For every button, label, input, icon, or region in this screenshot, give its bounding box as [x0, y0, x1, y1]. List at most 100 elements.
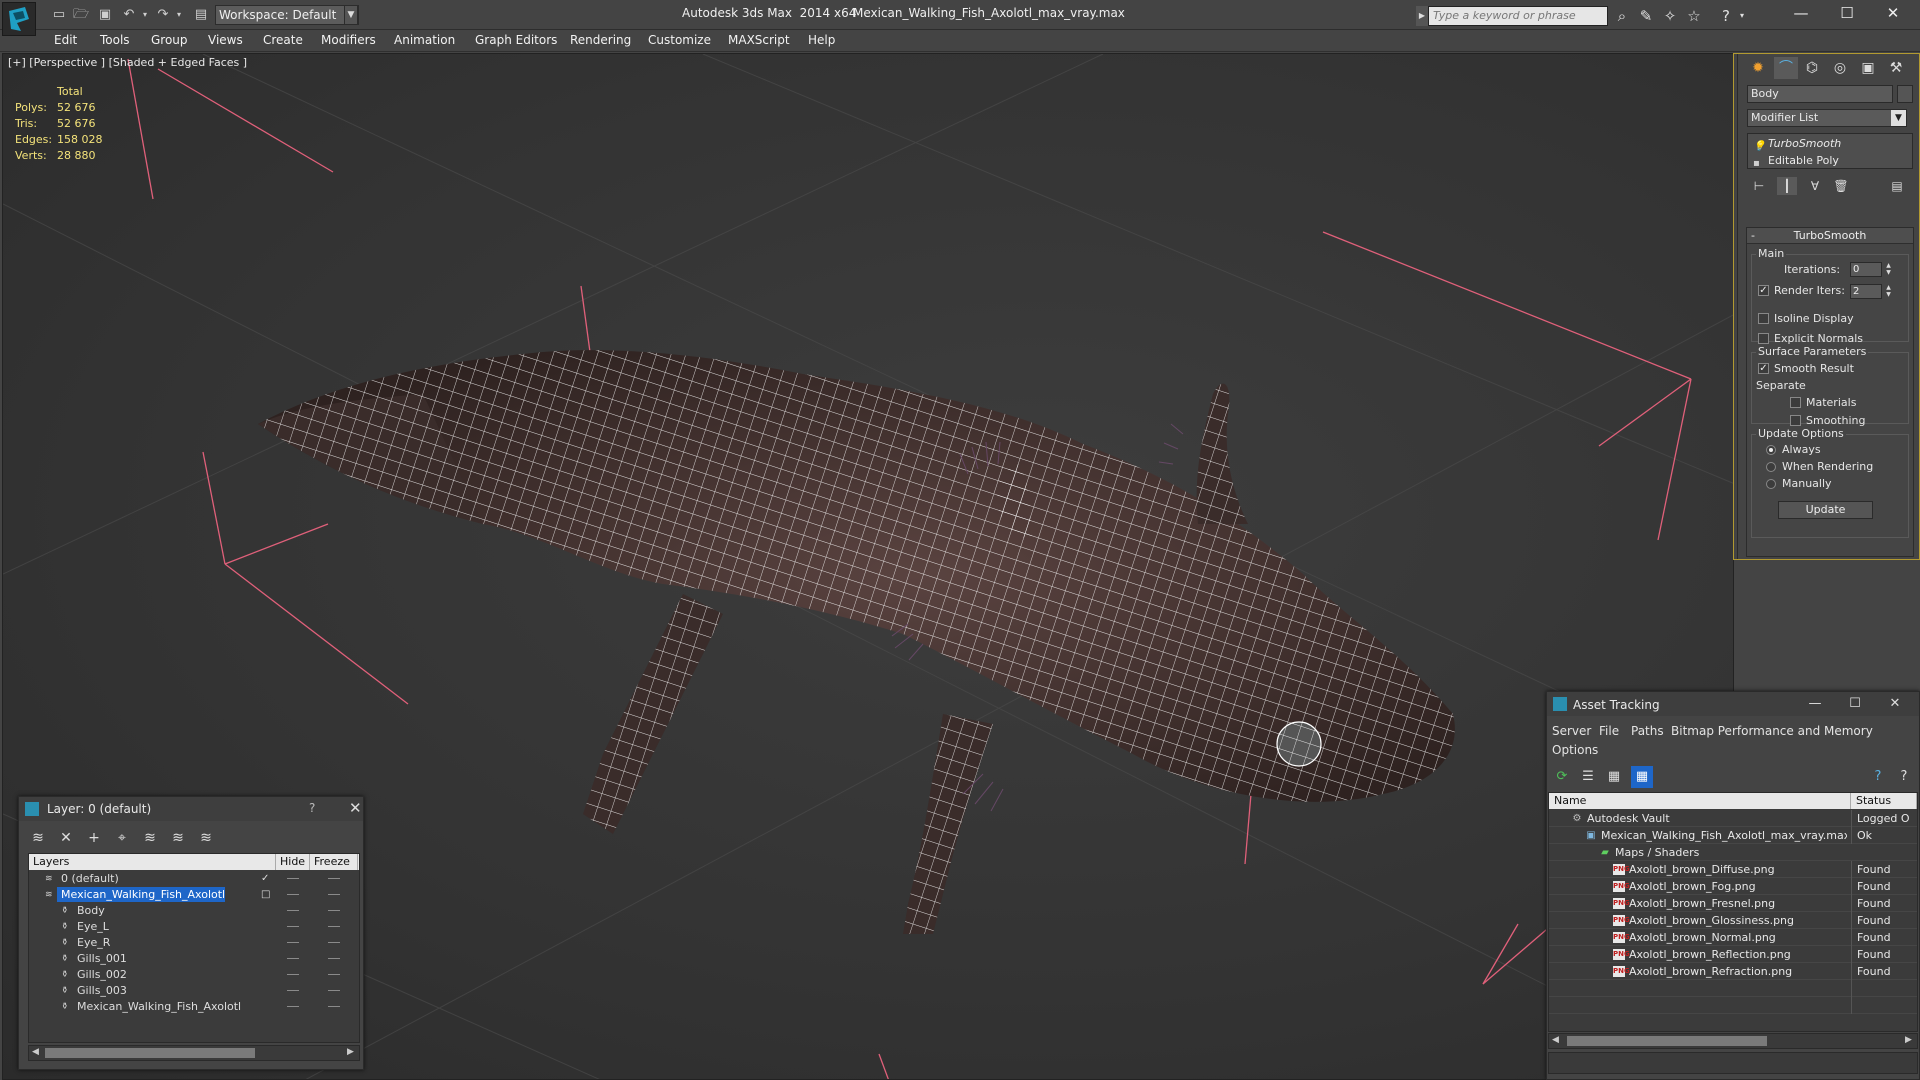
close-icon[interactable]: ✕ — [1883, 694, 1907, 714]
always-radio[interactable] — [1766, 445, 1776, 455]
manually-radio[interactable] — [1766, 479, 1776, 489]
hide-all-icon[interactable]: ≋ — [167, 827, 189, 849]
asset-row[interactable]: ⚙ Autodesk Vault Logged O — [1549, 810, 1917, 827]
asset-row[interactable]: PNG Axolotl_brown_Reflection.png Found — [1549, 946, 1917, 963]
update-button[interactable]: Update — [1778, 501, 1873, 519]
freeze-toggle[interactable] — [328, 894, 340, 895]
utilities-tab-icon[interactable]: ⚒ — [1884, 57, 1908, 79]
menu-edit[interactable]: Edit — [54, 33, 77, 47]
select-objects-icon[interactable]: ⌖ — [111, 827, 133, 849]
hide-toggle[interactable] — [287, 878, 299, 879]
freeze-toggle[interactable] — [328, 942, 340, 943]
layer-row[interactable]: ⚱ Gills_002 — [29, 967, 359, 983]
layer-row[interactable]: ⚱ Gills_001 — [29, 951, 359, 967]
layer-row[interactable]: ⚱ Mexican_Walking_Fish_Axolotl — [29, 999, 359, 1015]
context-help-icon[interactable]: ? — [1893, 766, 1915, 788]
freeze-toggle[interactable] — [328, 958, 340, 959]
iterations-spinner[interactable]: 0 — [1850, 262, 1882, 277]
add-to-layer-icon[interactable]: + — [83, 827, 105, 849]
minimize-window-icon[interactable]: — — [1778, 0, 1824, 26]
isoline-display-checkbox[interactable] — [1758, 313, 1769, 324]
explicit-normals-checkbox[interactable] — [1758, 333, 1769, 344]
asset-horizontal-scrollbar[interactable]: ◀ ▶ — [1548, 1033, 1918, 1049]
asset-row[interactable]: PNG Axolotl_brown_Glossiness.png Found — [1549, 912, 1917, 929]
maximize-icon[interactable]: ☐ — [1843, 694, 1867, 714]
object-name-field[interactable]: Body — [1747, 85, 1893, 103]
scroll-left-icon[interactable]: ◀ — [32, 1047, 39, 1057]
remove-modifier-icon[interactable]: 🗑 — [1831, 177, 1851, 195]
asset-menu-options[interactable]: Options — [1552, 743, 1598, 757]
hide-toggle[interactable] — [287, 958, 299, 959]
menu-tools[interactable]: Tools — [100, 33, 130, 47]
freeze-all-icon[interactable]: ≋ — [195, 827, 217, 849]
search-expand-icon[interactable]: ▶ — [1416, 6, 1428, 26]
menu-create[interactable]: Create — [263, 33, 303, 47]
menu-animation[interactable]: Animation — [394, 33, 455, 47]
column-freeze[interactable]: Freeze — [310, 854, 358, 870]
when-rendering-radio[interactable] — [1766, 462, 1776, 472]
render-iters-checkbox[interactable]: ✓ — [1758, 285, 1769, 296]
communication-icon[interactable]: ✧ — [1660, 6, 1680, 26]
layer-row[interactable]: ≋ Mexican_Walking_Fish_Axolotl □ — [29, 887, 359, 903]
modifier-list-dropdown[interactable]: Modifier List — [1747, 109, 1907, 127]
minimize-icon[interactable]: — — [1803, 694, 1827, 714]
layer-row[interactable]: ⚱ Eye_L — [29, 919, 359, 935]
close-window-icon[interactable]: ✕ — [1870, 0, 1916, 26]
menu-graph-editors[interactable]: Graph Editors — [475, 33, 557, 47]
maximize-window-icon[interactable]: ☐ — [1824, 0, 1870, 26]
menu-customize[interactable]: Customize — [648, 33, 711, 47]
freeze-toggle[interactable] — [328, 1006, 340, 1007]
spinner-arrows-icon[interactable]: ▲ ▼ — [1884, 284, 1893, 299]
thumbnail-view-icon[interactable]: ▦ — [1603, 766, 1625, 788]
open-file-icon[interactable]: 🗁 — [72, 6, 90, 24]
asset-row[interactable]: PNG Axolotl_brown_Fog.png Found — [1549, 878, 1917, 895]
help-icon[interactable]: ? — [309, 801, 315, 815]
menu-modifiers[interactable]: Modifiers — [321, 33, 376, 47]
collapse-icon[interactable]: - — [1751, 228, 1755, 244]
close-icon[interactable]: ✕ — [349, 799, 362, 817]
help-icon[interactable]: ? — [1867, 766, 1889, 788]
asset-window-titlebar[interactable]: Asset Tracking — ☐ ✕ — [1547, 692, 1919, 716]
expand-plus-icon[interactable]: ▪ — [1753, 155, 1760, 172]
freeze-toggle[interactable] — [328, 990, 340, 991]
table-view-icon[interactable]: ▦ — [1631, 766, 1653, 788]
asset-menu-bitmap-performance[interactable]: Bitmap Performance and Memory — [1671, 724, 1873, 738]
smooth-result-checkbox[interactable]: ✓ — [1758, 363, 1769, 374]
configure-sets-icon[interactable]: ▤ — [1887, 177, 1907, 195]
pin-stack-icon[interactable]: ⊢ — [1749, 177, 1769, 195]
search-input[interactable]: Type a keyword or phrase — [1428, 6, 1608, 26]
column-layers[interactable]: Layers — [29, 854, 276, 870]
axolotl-mesh[interactable] — [258, 350, 1455, 934]
menu-rendering[interactable]: Rendering — [570, 33, 631, 47]
asset-menu-paths[interactable]: Paths — [1631, 724, 1664, 738]
make-unique-icon[interactable]: ∀ — [1805, 177, 1825, 195]
spinner-arrows-icon[interactable]: ▲ ▼ — [1884, 262, 1893, 277]
asset-row[interactable]: ▣ Mexican_Walking_Fish_Axolotl_max_vray.m… — [1549, 827, 1917, 844]
help-dropdown-icon[interactable]: ▾ — [1732, 6, 1752, 26]
asset-row[interactable]: PNG Axolotl_brown_Refraction.png Found — [1549, 963, 1917, 980]
viewport-label[interactable]: [+] [Perspective ] [Shaded + Edged Faces… — [8, 56, 247, 69]
materials-checkbox[interactable] — [1790, 397, 1801, 408]
display-tab-icon[interactable]: ▣ — [1856, 57, 1880, 79]
scrollbar-thumb[interactable] — [1567, 1036, 1767, 1046]
hide-toggle[interactable] — [287, 894, 299, 895]
layer-window-titlebar[interactable]: Layer: 0 (default) ? ✕ — [19, 797, 363, 821]
delete-layer-icon[interactable]: ✕ — [55, 827, 77, 849]
highlight-layer-icon[interactable]: ≋ — [139, 827, 161, 849]
project-folder-icon[interactable]: ▤ — [192, 6, 210, 24]
scrollbar-thumb[interactable] — [45, 1048, 255, 1058]
redo-dropdown-icon[interactable]: ▾ — [170, 6, 188, 24]
chevron-down-icon[interactable]: ▼ — [1891, 110, 1906, 126]
hide-toggle[interactable] — [287, 990, 299, 991]
asset-row[interactable]: PNG Axolotl_brown_Diffuse.png Found — [1549, 861, 1917, 878]
menu-group[interactable]: Group — [151, 33, 188, 47]
show-end-result-icon[interactable]: ┃ — [1777, 177, 1797, 195]
stack-item-editable-poly[interactable]: ▪ Editable Poly — [1748, 152, 1912, 169]
active-layer-check-icon[interactable]: ✓ — [261, 871, 273, 887]
render-iters-spinner[interactable]: 2 — [1850, 284, 1882, 299]
app-logo-icon[interactable] — [2, 2, 36, 36]
layer-row[interactable]: ⚱ Body — [29, 903, 359, 919]
column-hide[interactable]: Hide — [276, 854, 310, 870]
create-tab-icon[interactable]: ✹ — [1746, 57, 1770, 79]
hide-toggle[interactable] — [287, 1006, 299, 1007]
